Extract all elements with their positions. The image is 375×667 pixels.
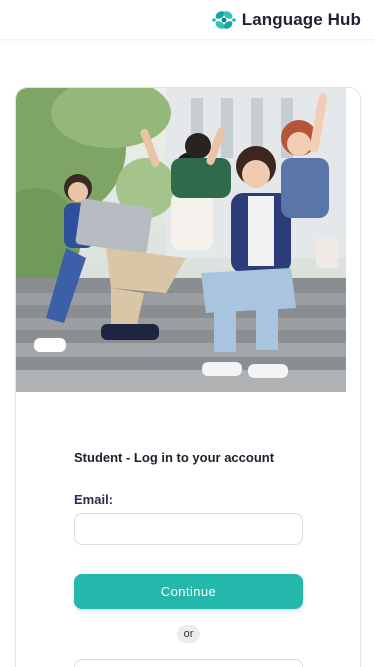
email-input[interactable] bbox=[74, 513, 303, 545]
or-divider: or bbox=[177, 625, 200, 643]
continue-button[interactable]: Continue bbox=[74, 574, 303, 609]
alternate-login-button[interactable] bbox=[74, 659, 303, 667]
brand-name: Language Hub bbox=[241, 10, 361, 29]
language-hub-logo-icon bbox=[211, 11, 236, 29]
hero-image bbox=[16, 88, 346, 392]
email-label: Email: bbox=[74, 492, 114, 507]
students-on-steps-photo bbox=[16, 88, 346, 392]
login-card: Student - Log in to your account Email: … bbox=[15, 87, 361, 667]
brand[interactable]: Language Hub bbox=[210, 7, 361, 33]
top-bar: Language Hub bbox=[0, 0, 375, 40]
login-title: Student - Log in to your account bbox=[74, 450, 275, 465]
